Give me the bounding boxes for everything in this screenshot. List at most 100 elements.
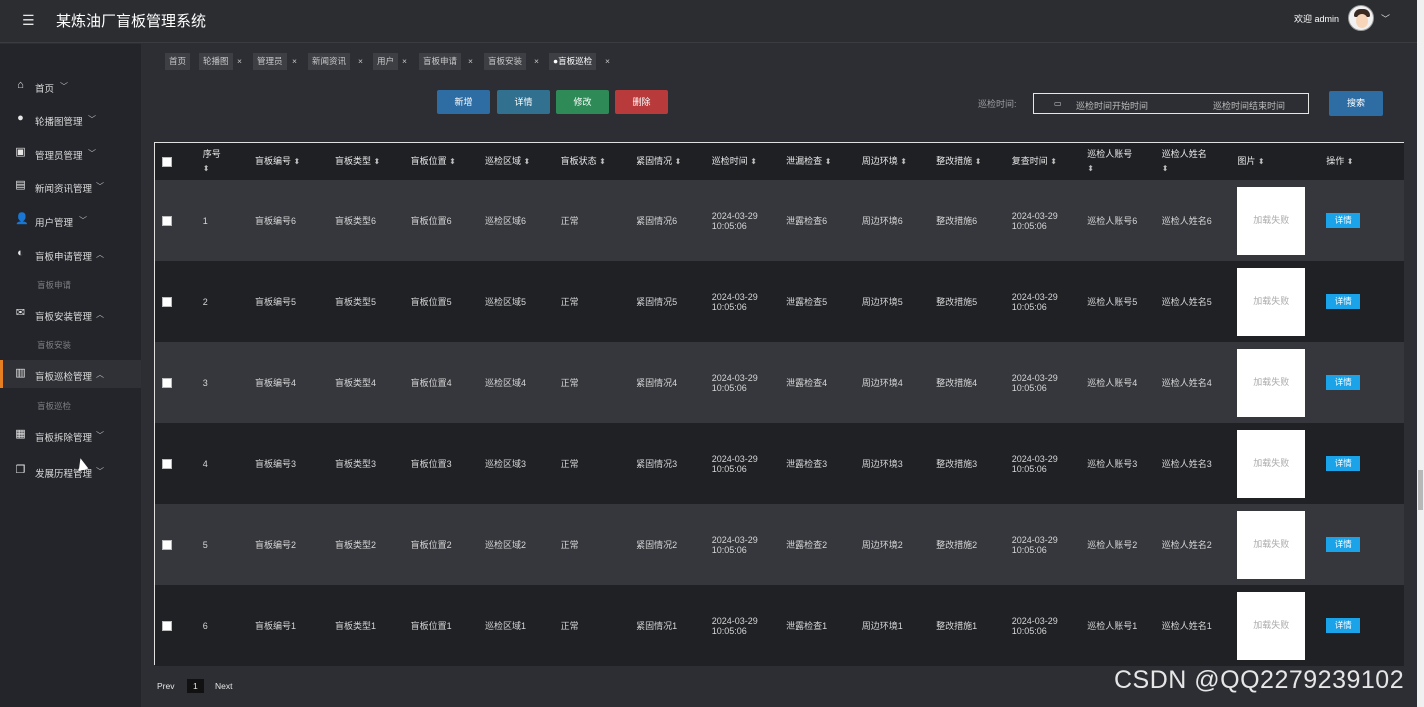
sidebar-item-news[interactable]: ▤ 新闻资讯管理 ﹀ [0,172,141,200]
sort-icon[interactable]: ⬍ [825,157,832,166]
column-header[interactable]: 整改措施 ⬍ [936,143,1012,180]
add-button[interactable]: 新增 [437,90,490,114]
close-icon[interactable]: × [605,53,610,70]
scrollbar[interactable] [1417,0,1424,707]
image-placeholder[interactable]: 加载失败 [1237,267,1306,336]
chevron-down-icon[interactable]: ﹀ [1381,12,1390,25]
sidebar-sub-apply[interactable]: 盲板申请 [37,279,71,291]
search-button[interactable]: 搜索 [1329,91,1383,116]
sidebar-item-users[interactable]: 👤 用户管理 ﹀ [0,206,141,234]
column-header[interactable]: 周边环境 ⬍ [862,143,936,180]
column-header[interactable]: 盲板编号 ⬍ [255,143,335,180]
column-header[interactable]: 序号 ⬍ [203,143,255,180]
sidebar-sub-install[interactable]: 盲板安装 [37,339,71,351]
column-header[interactable]: 巡检区域 ⬍ [485,143,561,180]
sidebar-item-history[interactable]: ❐ 发展历程管理 ﹀ [0,457,141,485]
sidebar-item-install[interactable]: ✉ 盲板安装管理 ︿ [0,300,141,328]
column-header[interactable]: 巡检人姓名 ⬍ [1162,143,1238,180]
next-button[interactable]: Next [215,681,232,691]
column-header[interactable]: 盲板类型 ⬍ [335,143,411,180]
sort-icon[interactable]: ⬍ [599,157,606,166]
image-placeholder[interactable]: 加载失败 [1237,510,1306,579]
tab-news[interactable]: 新闻资讯 [308,53,351,70]
tab-user[interactable]: 用户 [373,53,399,70]
row-checkbox[interactable] [162,377,172,388]
sidebar-item-remove[interactable]: ▦ 盲板拆除管理 ﹀ [0,421,141,449]
row-checkbox[interactable] [162,539,172,550]
select-all-checkbox[interactable] [162,157,172,168]
close-icon[interactable]: × [402,53,407,70]
tab-apply[interactable]: 盲板申请 [419,53,462,70]
sidebar-item-inspect[interactable]: ▥ 盲板巡检管理 ︿ [0,360,141,388]
table-row[interactable]: 3 盲板编号4 盲板类型4 盲板位置4 巡检区域4 正常 紧固情况4 2024-03-29 10… [155,342,1403,423]
row-checkbox[interactable] [162,458,172,469]
column-header[interactable]: 盲板状态 ⬍ [561,143,637,180]
row-checkbox[interactable] [162,296,172,307]
image-placeholder[interactable]: 加载失败 [1237,591,1306,660]
row-detail-button[interactable]: 详情 [1326,456,1361,471]
sort-icon[interactable]: ⬍ [1087,164,1094,173]
detail-button[interactable]: 详情 [497,90,550,114]
edit-button[interactable]: 修改 [556,90,609,114]
sidebar-item-admin[interactable]: ▣ 管理员管理 ﹀ [0,139,141,167]
sort-icon[interactable]: ⬍ [1162,164,1169,173]
column-header[interactable]: 盲板位置 ⬍ [411,143,485,180]
date-range-input[interactable]: ▭ 巡检时间开始时间 巡检时间结束时间 [1033,93,1309,114]
row-detail-button[interactable]: 详情 [1326,294,1361,309]
sidebar-sub-inspect[interactable]: 盲板巡检 [37,400,71,412]
row-checkbox[interactable] [162,620,172,631]
sidebar-item-carousel[interactable]: ● 轮播图管理 ﹀ [0,105,141,133]
image-placeholder[interactable]: 加载失败 [1237,186,1306,255]
column-header[interactable]: 巡检人账号 ⬍ [1087,143,1161,180]
sort-icon[interactable]: ⬍ [750,157,757,166]
image-placeholder[interactable]: 加载失败 [1237,429,1306,498]
sort-icon[interactable]: ⬍ [203,164,210,173]
avatar[interactable] [1348,5,1374,31]
close-icon[interactable]: × [534,53,539,70]
menu-toggle-icon[interactable]: ☰ [22,12,35,29]
close-icon[interactable]: × [358,53,363,70]
sort-icon[interactable]: ⬍ [374,157,381,166]
row-checkbox[interactable] [162,215,172,226]
end-date-field[interactable]: 巡检时间结束时间 [1213,99,1285,112]
row-detail-button[interactable]: 详情 [1326,213,1361,228]
sort-icon[interactable]: ⬍ [1347,157,1354,166]
page-number[interactable]: 1 [187,679,204,693]
image-placeholder[interactable]: 加载失败 [1237,348,1306,417]
table-row[interactable]: 2 盲板编号5 盲板类型5 盲板位置5 巡检区域5 正常 紧固情况5 2024-03-29 10… [155,261,1403,342]
sidebar-item-apply[interactable]: ◐ 盲板申请管理 ︿ [0,240,141,268]
sort-icon[interactable]: ⬍ [1258,157,1265,166]
sidebar-item-home[interactable]: ⌂ 首页 ﹀ [0,72,141,100]
sort-icon[interactable]: ⬍ [294,157,301,166]
table-row[interactable]: 4 盲板编号3 盲板类型3 盲板位置3 巡检区域3 正常 紧固情况3 2024-03-29 10… [155,423,1403,504]
close-icon[interactable]: × [237,53,242,70]
column-header[interactable]: 图片 ⬍ [1237,143,1326,180]
tab-admin[interactable]: 管理员 [253,53,287,70]
table-row[interactable]: 5 盲板编号2 盲板类型2 盲板位置2 巡检区域2 正常 紧固情况2 2024-03-29 10… [155,504,1403,585]
tab-install[interactable]: 盲板安装 [484,53,527,70]
sort-icon[interactable]: ⬍ [975,157,982,166]
sort-icon[interactable]: ⬍ [900,157,907,166]
sort-icon[interactable]: ⬍ [675,157,682,166]
table-row[interactable]: 1 盲板编号6 盲板类型6 盲板位置6 巡检区域6 正常 紧固情况6 2024-03-29 10… [155,180,1403,261]
row-detail-button[interactable]: 详情 [1326,537,1361,552]
tab-carousel[interactable]: 轮播图 [199,53,233,70]
delete-button[interactable]: 删除 [615,90,668,114]
column-header[interactable]: 巡检时间 ⬍ [712,143,786,180]
column-header[interactable]: 紧固情况 ⬍ [636,143,712,180]
row-detail-button[interactable]: 详情 [1326,618,1361,633]
column-header[interactable]: 复查时间 ⬍ [1012,143,1088,180]
column-header[interactable]: 泄漏检查 ⬍ [786,143,862,180]
sort-icon[interactable]: ⬍ [1050,157,1057,166]
sort-icon[interactable]: ⬍ [524,157,531,166]
close-icon[interactable]: × [468,53,473,70]
tab-home[interactable]: 首页 [165,53,191,70]
sort-icon[interactable]: ⬍ [449,157,456,166]
close-icon[interactable]: × [292,53,297,70]
row-detail-button[interactable]: 详情 [1326,375,1361,390]
column-header[interactable]: 操作 ⬍ [1326,143,1403,180]
prev-button[interactable]: Prev [157,681,174,691]
table-row[interactable]: 6 盲板编号1 盲板类型1 盲板位置1 巡检区域1 正常 紧固情况1 2024-03-29 10… [155,585,1403,666]
start-date-field[interactable]: 巡检时间开始时间 [1076,99,1148,112]
scrollbar-thumb[interactable] [1418,470,1423,510]
